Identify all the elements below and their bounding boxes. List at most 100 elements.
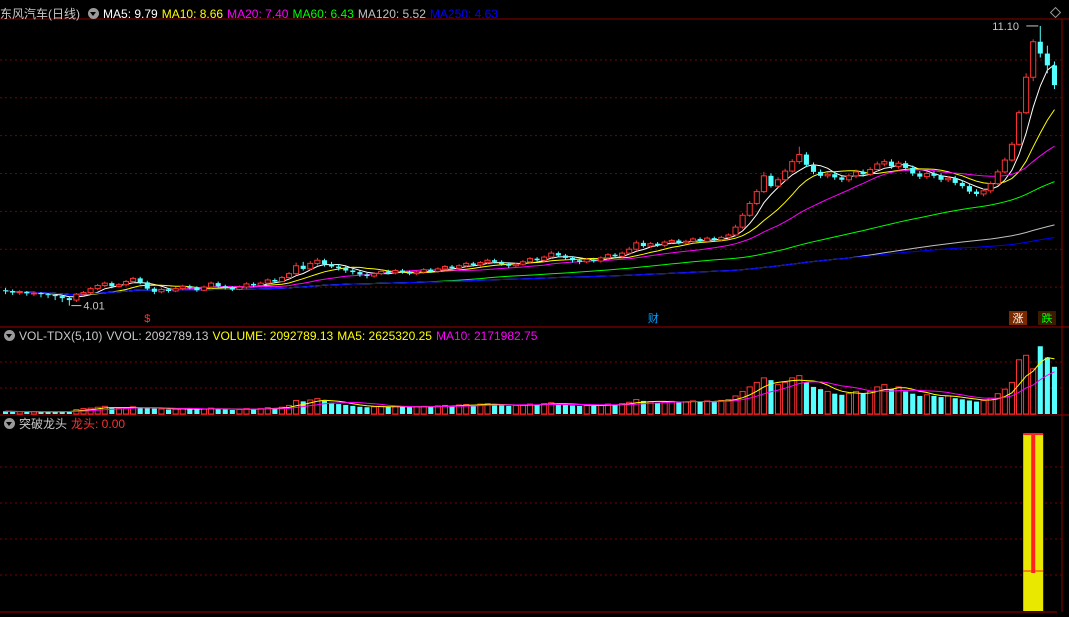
candle-body — [385, 271, 391, 273]
volume-legend: VVOL: 2092789.13 VOLUME: 2092789.13 MA5: 2… — [106, 329, 541, 343]
high-price-label: 11.10 — [992, 21, 1019, 33]
candle-body — [251, 283, 257, 286]
candle-body — [392, 270, 399, 274]
volume-bar — [399, 406, 405, 414]
volume-bar — [1001, 388, 1008, 415]
ma-legend-item-5: MA250: 4.63 — [429, 7, 498, 21]
candle-body — [66, 298, 72, 301]
candle-body — [640, 242, 646, 247]
candle-body — [952, 178, 958, 183]
volume-bar — [888, 389, 895, 414]
volume-bar — [519, 404, 526, 415]
volume-legend-item-0: VVOL: 2092789.13 — [106, 329, 209, 343]
candle-body — [314, 259, 321, 264]
stock-name: 东风汽车 — [0, 7, 49, 21]
candle-body — [711, 238, 717, 240]
candle-body — [945, 177, 952, 181]
volume-bar — [38, 411, 44, 414]
candle-body — [115, 284, 122, 287]
volume-bar — [910, 393, 916, 414]
volume-bar — [449, 405, 455, 414]
candle-body — [357, 272, 363, 275]
main-dropdown-icon[interactable] — [88, 8, 100, 19]
candle-body — [577, 260, 583, 262]
period-label: (日线) — [48, 7, 81, 21]
candle-body — [562, 255, 568, 258]
candle-body — [399, 270, 405, 273]
candle-body — [158, 288, 165, 293]
candle-body — [597, 257, 604, 262]
volume-bar — [739, 390, 746, 415]
volume-bar — [768, 380, 774, 414]
volume-bar — [109, 407, 115, 414]
candle-body — [526, 258, 534, 263]
candle-body — [803, 154, 809, 165]
candle-body — [569, 257, 576, 261]
volume-bar — [711, 401, 717, 414]
candle-body — [782, 170, 789, 181]
candle-body — [931, 173, 937, 176]
volume-bar — [860, 393, 866, 414]
volume-bar — [697, 401, 703, 414]
volume-bar — [655, 402, 661, 414]
volume-bar — [789, 377, 796, 415]
volume-bar — [824, 390, 831, 415]
candle-body — [321, 260, 328, 265]
volume-bar — [343, 404, 349, 414]
volume-bar — [923, 394, 930, 415]
volume-dropdown-icon[interactable] — [4, 330, 15, 341]
ma-line-10 — [5, 109, 1055, 296]
candle-body — [923, 172, 930, 178]
event-marker-1: 财 — [648, 311, 659, 325]
candle-body — [718, 236, 725, 241]
candle-body — [824, 173, 831, 177]
candle-body — [626, 248, 633, 254]
volume-bar — [818, 389, 824, 414]
candle-body — [519, 261, 526, 265]
candle-body — [272, 279, 278, 282]
candle-body — [845, 175, 852, 181]
candle-body — [612, 254, 618, 257]
volume-bar — [200, 408, 208, 415]
chart-stage: 11.10 4.01 $ 财 涨 跌 东风汽车(日线) MA5: 9.79 MA10: 8.6… — [0, 0, 1069, 617]
candle-body — [52, 294, 58, 297]
candle-body — [966, 186, 972, 192]
candle-body — [676, 240, 682, 243]
indicator-legend: 龙头: 0.00 — [71, 417, 129, 431]
candle-body — [888, 161, 895, 167]
candle-body — [661, 241, 668, 246]
candle-body — [59, 296, 65, 299]
event-marker-2: 涨 — [1013, 312, 1024, 325]
candle-body — [130, 277, 137, 283]
candle-body — [895, 162, 902, 167]
candle-body — [470, 263, 476, 265]
candle-body — [633, 242, 640, 250]
signal-bar-core — [1031, 434, 1036, 573]
volume-bar — [492, 404, 498, 414]
volume-bar — [541, 403, 548, 415]
volume-bar — [321, 400, 328, 414]
volume-bar — [668, 400, 675, 415]
indicator-dropdown-icon[interactable] — [4, 418, 15, 429]
volume-bar — [329, 402, 335, 414]
candle-body — [903, 163, 909, 168]
candle-body — [293, 265, 300, 275]
candle-body — [278, 277, 285, 283]
volume-bar — [406, 407, 413, 414]
indicator-title: 突破龙头 — [19, 417, 68, 431]
ma-line-60 — [5, 181, 1055, 295]
candle-body — [591, 259, 597, 262]
volume-legend-item-1: VOLUME: 2092789.13 — [212, 329, 334, 343]
volume-bar — [867, 390, 874, 415]
volume-bar — [903, 391, 909, 414]
candle-body — [80, 292, 87, 295]
candle-body — [1001, 159, 1008, 173]
volume-bar — [1030, 368, 1037, 415]
candle-body — [512, 263, 519, 267]
volume-bar — [945, 395, 952, 415]
candle-body — [441, 266, 449, 270]
volume-bar — [194, 409, 200, 414]
candle-body — [739, 214, 746, 228]
chart-canvas: 11.10 4.01 $ 财 涨 跌 — [0, 6, 1069, 613]
candle-body — [881, 161, 888, 165]
